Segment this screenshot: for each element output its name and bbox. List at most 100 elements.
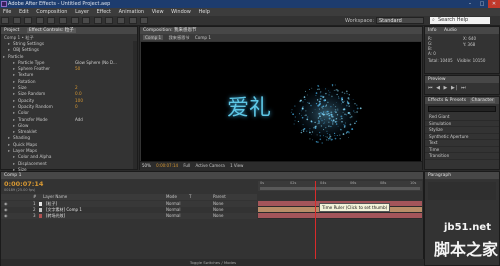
- menu-effect[interactable]: Effect: [94, 9, 114, 15]
- search-help-input[interactable]: ⌕ Search Help: [430, 17, 490, 24]
- particle-dot: [348, 136, 350, 138]
- effects-category-item[interactable]: Transition: [425, 153, 499, 160]
- particle-dot: [321, 142, 323, 144]
- composition-subtabs: Comp 1 我来感恩节 Comp 1: [140, 34, 422, 41]
- type-tool-icon[interactable]: [93, 17, 102, 24]
- title-bar: Adobe After Effects - Untitled Project.a…: [0, 0, 500, 8]
- tab-audio[interactable]: Audio: [444, 28, 457, 33]
- zoom-level[interactable]: 50%: [142, 163, 151, 168]
- tab-info[interactable]: Info: [428, 28, 437, 33]
- particle-dot: [332, 85, 334, 87]
- rotate-tool-icon[interactable]: [35, 17, 44, 24]
- particle-dot: [290, 111, 292, 113]
- info-visible: Visible: 10150: [456, 58, 486, 63]
- tab-effects-presets[interactable]: Effects & Presets: [428, 98, 466, 103]
- menu-view[interactable]: View: [149, 9, 167, 15]
- composition-panel-tab[interactable]: Composition: 我来感恩节: [140, 27, 422, 34]
- timeline-timecode[interactable]: 0:00:07:14: [4, 180, 43, 188]
- layer-parent-select[interactable]: None: [213, 213, 223, 219]
- resolution-select[interactable]: Full: [183, 163, 190, 168]
- brush-tool-icon[interactable]: [105, 17, 114, 24]
- ruler-tick-label: 04s: [320, 181, 327, 185]
- zoom-tool-icon[interactable]: [24, 17, 33, 24]
- effect-property-label: Size Random: [18, 91, 46, 97]
- ruler-tick-label: 0s: [260, 181, 265, 185]
- effect-controls-panel: Project Effect Controls: 粒子 Comp 1 • 粒子 …: [0, 26, 138, 178]
- ruler-tick-label: 06s: [350, 181, 357, 185]
- tab-project[interactable]: Project: [4, 28, 19, 33]
- subtab-compname[interactable]: 我来感恩节: [169, 35, 190, 40]
- preview-panel: Preview ⏮ ◀ ▶ ▶| ⏭: [424, 75, 500, 95]
- menu-layer[interactable]: Layer: [72, 9, 92, 15]
- rectangle-tool-icon[interactable]: [70, 17, 79, 24]
- layer-row[interactable]: ◉ 3 [转场光效] Normal None: [1, 213, 257, 219]
- effect-controls-header: Comp 1 • 粒子: [4, 35, 34, 40]
- eraser-tool-icon[interactable]: [128, 17, 137, 24]
- layer-name[interactable]: [转场光效]: [46, 213, 65, 219]
- menu-edit[interactable]: Edit: [16, 9, 32, 15]
- tab-timeline-comp-1[interactable]: Comp 1: [4, 173, 21, 178]
- effects-category-list: Red Giant Simulation Stylize Synthetic Aper…: [425, 114, 499, 160]
- work-area-bar[interactable]: [260, 187, 420, 190]
- layer-label-color[interactable]: [39, 202, 42, 206]
- col-parent[interactable]: Parent: [213, 194, 226, 200]
- search-icon: ⌕: [432, 17, 435, 23]
- effect-property-label: Shading: [13, 135, 31, 141]
- preview-controls[interactable]: ⏮ ◀ ▶ ▶| ⏭: [425, 83, 499, 93]
- toggle-switches-modes[interactable]: Toggle Switches / Modes: [1, 259, 425, 266]
- minimize-button[interactable]: –: [464, 0, 476, 8]
- menu-composition[interactable]: Composition: [33, 9, 70, 15]
- layer-mode-select[interactable]: Normal: [166, 213, 180, 219]
- hand-tool-icon[interactable]: [12, 17, 21, 24]
- time-ruler[interactable]: 0s 02s 04s 06s 08s 10s: [258, 181, 422, 191]
- paragraph-controls[interactable]: [428, 182, 496, 200]
- tab-preview[interactable]: Preview: [425, 76, 499, 83]
- effect-property-label: String Settings: [13, 41, 45, 46]
- effect-property-label: Quick Maps: [13, 141, 38, 147]
- close-button[interactable]: ✕: [488, 0, 500, 8]
- puppet-tool-icon[interactable]: [140, 17, 149, 24]
- menu-animation[interactable]: Animation: [116, 9, 148, 15]
- pan-behind-tool-icon[interactable]: [58, 17, 67, 24]
- maximize-button[interactable]: □: [476, 0, 488, 8]
- menu-help[interactable]: Help: [195, 9, 212, 15]
- effect-property-label: Particle: [8, 53, 24, 59]
- subtab-comp-1-b[interactable]: Comp 1: [195, 35, 211, 40]
- current-time-indicator[interactable]: [315, 181, 316, 261]
- subtab-comp-1[interactable]: Comp 1: [143, 35, 164, 40]
- particle-dot: [315, 140, 318, 143]
- watermark-site-name: 脚本之家: [434, 240, 499, 259]
- timeline-panel: Comp 1 0:00:07:14 00189 (25.00 fps) # La…: [0, 171, 425, 266]
- menu-file[interactable]: File: [0, 9, 14, 15]
- menu-window[interactable]: Window: [168, 9, 194, 15]
- col-mode[interactable]: Mode: [166, 194, 177, 200]
- info-x: X: 640: [463, 36, 476, 41]
- search-help-placeholder: Search Help: [438, 17, 469, 23]
- clone-stamp-tool-icon[interactable]: [116, 17, 125, 24]
- effect-property-label: Streaklet: [18, 129, 37, 135]
- visibility-eye-icon[interactable]: ◉: [4, 213, 8, 219]
- current-time[interactable]: 0:00:07:14: [156, 163, 178, 168]
- selection-tool-icon[interactable]: [1, 17, 9, 24]
- effect-property-label: Color and Alpha: [18, 154, 52, 160]
- camera-tool-icon[interactable]: [47, 17, 56, 24]
- tab-paragraph[interactable]: Paragraph: [425, 172, 499, 179]
- col-trkmat: T: [189, 194, 192, 199]
- col-layer-name[interactable]: Layer Name: [43, 194, 67, 200]
- layer-label-color[interactable]: [39, 208, 42, 212]
- layer-label-color[interactable]: [39, 214, 42, 218]
- effects-search-input[interactable]: [428, 106, 496, 112]
- timeline-tab: Comp 1: [1, 172, 423, 179]
- camera-select[interactable]: Active Camera: [195, 163, 224, 168]
- composition-viewer[interactable]: 爱礼: [141, 42, 421, 161]
- tab-character[interactable]: Character: [470, 98, 495, 103]
- effect-property-label: Sphere Feather: [18, 66, 50, 72]
- pen-tool-icon[interactable]: [82, 17, 91, 24]
- layer-list: ◉ 1 [粒子] Normal None ◉ 2 [文字素材] Comp 1 Normal Non…: [1, 201, 257, 219]
- view-layout-select[interactable]: 1 View: [230, 163, 243, 168]
- layer-duration-bar[interactable]: [258, 213, 422, 219]
- tab-effect-controls[interactable]: Effect Controls: 粒子: [26, 28, 76, 33]
- workspace-select[interactable]: Standard: [376, 17, 424, 24]
- layer-column-headers: # Layer Name Mode T Parent: [1, 194, 257, 200]
- effect-controls-scrollbar[interactable]: [133, 41, 137, 169]
